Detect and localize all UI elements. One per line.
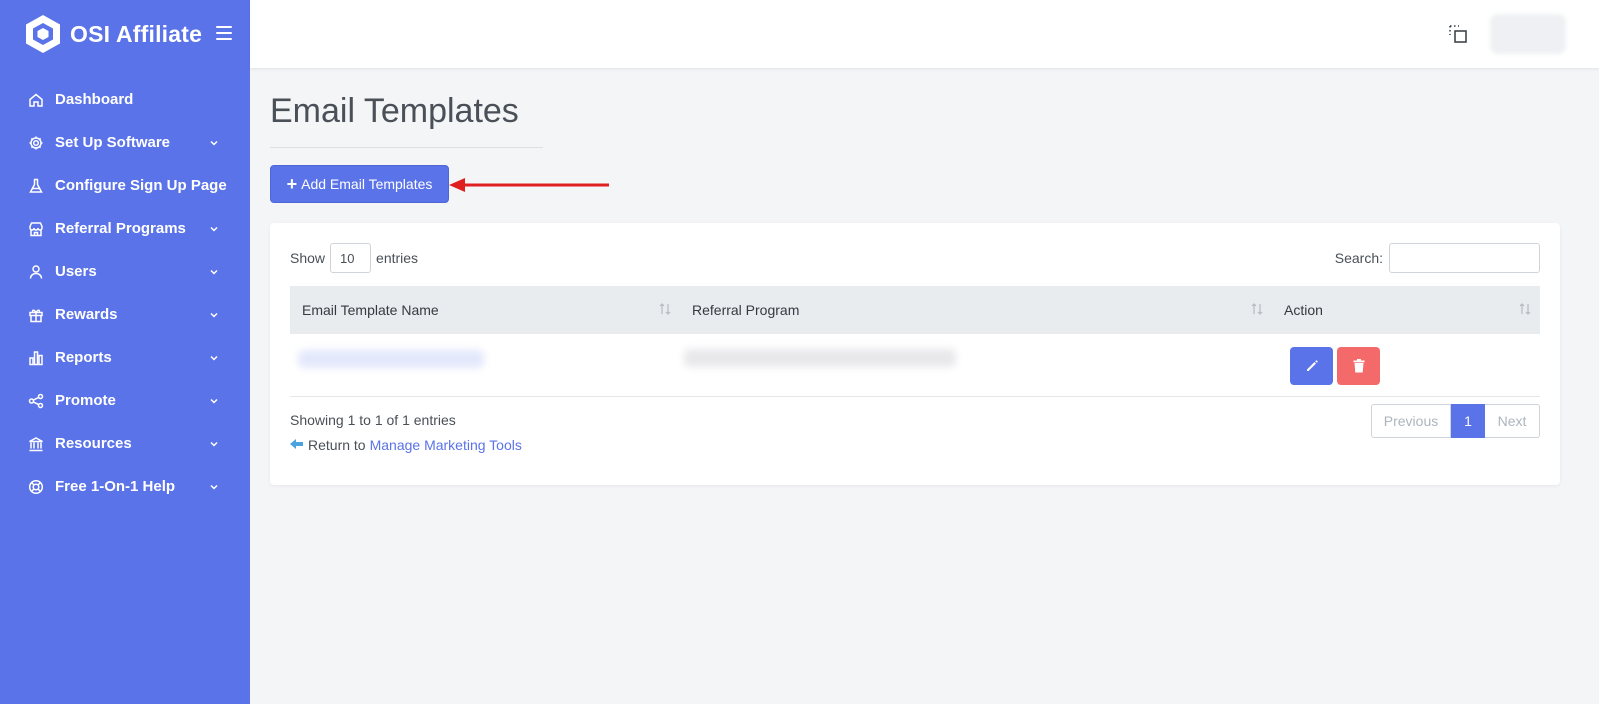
chevron-down-icon xyxy=(210,441,218,447)
page-title: Email Templates xyxy=(270,92,519,130)
chevron-down-icon xyxy=(210,484,218,490)
column-header-email-template-name[interactable]: Email Template Name xyxy=(290,286,680,334)
search-label: Search: xyxy=(1334,250,1383,266)
home-icon xyxy=(28,92,44,108)
chevron-down-icon xyxy=(210,269,218,275)
user-avatar[interactable] xyxy=(1490,14,1566,54)
brand-name: OSI Affiliate xyxy=(70,20,203,47)
table-header: Email Template Name Referral Program Act… xyxy=(290,286,1540,334)
pagination: Previous 1 Next xyxy=(1371,404,1540,438)
email-templates-card: Show 10 entries Search: Email Template N… xyxy=(270,223,1560,485)
sidebar-item-configure-sign-up-page[interactable]: Configure Sign Up Page xyxy=(0,164,250,207)
gear-icon xyxy=(28,135,44,151)
sidebar-item-rewards[interactable]: Rewards xyxy=(0,293,250,336)
title-divider xyxy=(270,147,543,148)
back-arrow-icon xyxy=(290,439,303,449)
search-control: Search: xyxy=(1335,243,1540,273)
page-button-current[interactable]: 1 xyxy=(1451,404,1485,438)
sidebar-item-label: Configure Sign Up Page xyxy=(55,177,227,194)
topbar xyxy=(250,0,1599,68)
sidebar-item-label: Reports xyxy=(55,349,112,366)
gift-icon xyxy=(28,307,44,323)
sidebar-item-users[interactable]: Users xyxy=(0,250,250,293)
sidebar-item-dashboard[interactable]: Dashboard xyxy=(0,78,250,121)
edit-button[interactable] xyxy=(1290,347,1333,385)
sidebar-item-label: Referral Programs xyxy=(55,220,186,237)
add-email-templates-label: Add Email Templates xyxy=(301,176,433,192)
page-length-value: 10 xyxy=(340,250,355,266)
add-email-templates-button[interactable]: + Add Email Templates xyxy=(270,165,449,203)
sort-icon xyxy=(659,303,671,315)
annotation-arrow xyxy=(449,178,609,192)
sidebar-item-label: Rewards xyxy=(55,306,118,323)
column-header-label: Referral Program xyxy=(692,302,800,318)
sidebar-item-set-up-software[interactable]: Set Up Software xyxy=(0,121,250,164)
chevron-down-icon xyxy=(210,398,218,404)
page-length-select[interactable]: 10 xyxy=(330,243,372,273)
menu-toggle-icon[interactable] xyxy=(216,26,232,40)
sidebar-item-label: Resources xyxy=(55,435,132,452)
sidebar: OSI Affiliate Dashboard Set Up Software … xyxy=(0,0,250,704)
trash-icon xyxy=(1353,359,1364,373)
sidebar-item-reports[interactable]: Reports xyxy=(0,336,250,379)
sidebar-item-label: Dashboard xyxy=(55,91,134,108)
logo-icon xyxy=(26,15,60,53)
manage-marketing-tools-link[interactable]: Manage Marketing Tools xyxy=(370,437,522,453)
bar-chart-icon xyxy=(28,350,44,366)
sidebar-item-promote[interactable]: Promote xyxy=(0,379,250,422)
entries-label: entries xyxy=(376,250,419,266)
sidebar-item-label: Users xyxy=(55,263,97,280)
lifebuoy-icon xyxy=(28,479,44,495)
sidebar-item-referral-programs[interactable]: Referral Programs xyxy=(0,207,250,250)
sidebar-item-resources[interactable]: Resources xyxy=(0,422,250,465)
sidebar-item-label: Promote xyxy=(55,392,116,409)
redacted-referral-program xyxy=(684,349,956,367)
sidebar-item-label: Free 1-On-1 Help xyxy=(55,478,176,495)
brand[interactable]: OSI Affiliate xyxy=(24,14,202,54)
table-info: Showing 1 to 1 of 1 entries xyxy=(290,412,456,428)
sidebar-item-label: Set Up Software xyxy=(55,134,171,151)
return-link-row: Return to Manage Marketing Tools xyxy=(290,437,522,453)
column-header-referral-program[interactable]: Referral Program xyxy=(680,286,1272,334)
sidebar-nav: Dashboard Set Up Software Configure Sign… xyxy=(0,78,250,508)
column-header-label: Action xyxy=(1284,302,1323,318)
share-icon xyxy=(28,393,44,409)
next-page-button[interactable]: Next xyxy=(1485,404,1540,438)
chevron-down-icon xyxy=(210,355,218,361)
search-input[interactable] xyxy=(1389,243,1540,273)
column-header-action[interactable]: Action xyxy=(1272,286,1540,334)
redacted-template-name xyxy=(298,350,484,368)
previous-page-button[interactable]: Previous xyxy=(1371,404,1451,438)
pencil-icon xyxy=(1306,360,1318,371)
show-label: Show xyxy=(290,250,326,266)
fullscreen-icon[interactable] xyxy=(1448,24,1468,44)
table-row xyxy=(290,334,1540,397)
user-icon xyxy=(28,264,44,280)
return-prefix: Return to xyxy=(308,437,366,453)
chevron-down-icon xyxy=(210,140,218,146)
chevron-down-icon xyxy=(210,226,218,232)
plus-icon: + xyxy=(286,174,298,194)
chevron-down-icon xyxy=(210,312,218,318)
store-icon xyxy=(28,221,44,237)
column-header-label: Email Template Name xyxy=(302,302,439,318)
bank-icon xyxy=(28,436,44,452)
sort-icon xyxy=(1519,303,1531,315)
delete-button[interactable] xyxy=(1337,347,1380,385)
flask-icon xyxy=(28,178,44,194)
length-control: Show 10 entries xyxy=(290,243,418,273)
sort-icon xyxy=(1251,303,1263,315)
sidebar-item-free-1-on-1-help[interactable]: Free 1-On-1 Help xyxy=(0,465,250,508)
